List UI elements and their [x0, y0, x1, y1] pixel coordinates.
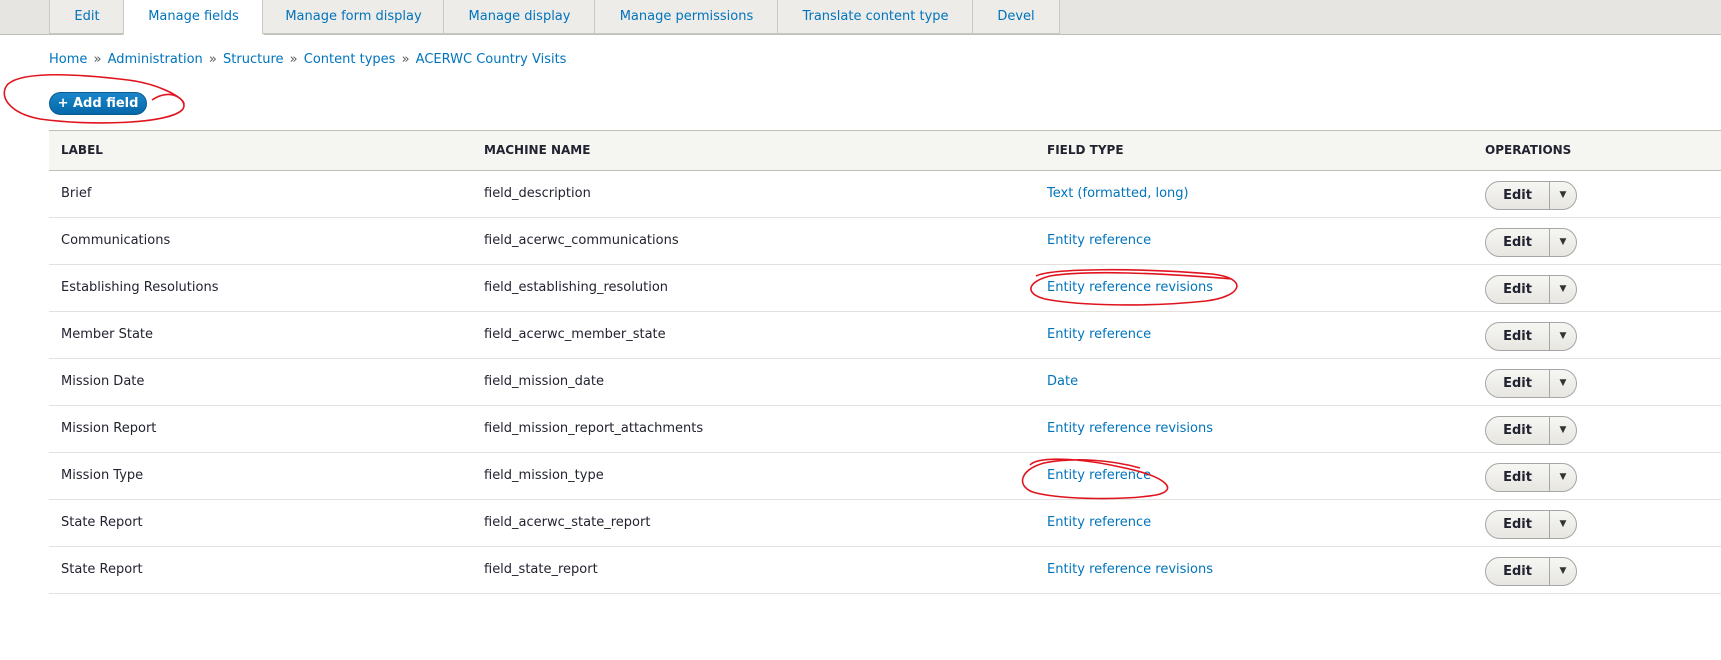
- edit-button[interactable]: Edit: [1486, 323, 1550, 350]
- breadcrumb-separator: »: [208, 52, 217, 67]
- fields-table-header: LABEL MACHINE NAME FIELD TYPE OPERATIONS: [49, 130, 1721, 171]
- edit-button[interactable]: Edit: [1486, 229, 1550, 256]
- operations-dropbutton: Edit ▼: [1485, 416, 1577, 445]
- tab-manage-permissions[interactable]: Manage permissions: [594, 0, 779, 34]
- tab-manage-form-display[interactable]: Manage form display: [262, 0, 445, 34]
- column-header-machine-name: MACHINE NAME: [484, 143, 591, 157]
- caret-down-icon[interactable]: ▼: [1550, 229, 1576, 256]
- caret-down-icon[interactable]: ▼: [1550, 511, 1576, 538]
- breadcrumb-acerwc-country-visits[interactable]: ACERWC Country Visits: [416, 52, 567, 67]
- edit-button[interactable]: Edit: [1486, 417, 1550, 444]
- machine-name: field_acerwc_member_state: [484, 327, 666, 342]
- machine-name: field_mission_date: [484, 374, 604, 389]
- field-type-link[interactable]: Entity reference: [1047, 218, 1151, 264]
- field-type-link[interactable]: Entity reference revisions: [1047, 547, 1213, 593]
- tab-manage-fields[interactable]: Manage fields: [123, 0, 264, 35]
- breadcrumb-content-types[interactable]: Content types: [304, 52, 396, 67]
- field-label: Communications: [61, 233, 171, 248]
- caret-down-icon[interactable]: ▼: [1550, 558, 1576, 585]
- table-row: Brief field_description Text (formatted,…: [49, 171, 1721, 218]
- field-label: State Report: [61, 562, 143, 577]
- machine-name: field_state_report: [484, 562, 598, 577]
- edit-button[interactable]: Edit: [1486, 182, 1550, 209]
- column-header-operations: OPERATIONS: [1485, 143, 1572, 157]
- machine-name: field_mission_report_attachments: [484, 421, 704, 436]
- field-type-link[interactable]: Entity reference: [1047, 312, 1151, 358]
- field-type-link[interactable]: Entity reference: [1047, 453, 1151, 499]
- table-row: Mission Date field_mission_date Date Edi…: [49, 359, 1721, 406]
- column-header-field-type: FIELD TYPE: [1047, 143, 1124, 157]
- caret-down-icon[interactable]: ▼: [1550, 323, 1576, 350]
- table-row: Mission Report field_mission_report_atta…: [49, 406, 1721, 453]
- operations-dropbutton: Edit ▼: [1485, 275, 1577, 304]
- table-row: State Report field_acerwc_state_report E…: [49, 500, 1721, 547]
- field-type-link[interactable]: Date: [1047, 359, 1078, 405]
- field-label: Mission Report: [61, 421, 157, 436]
- field-label: Member State: [61, 327, 154, 342]
- breadcrumb-administration[interactable]: Administration: [108, 52, 203, 67]
- field-label: Establishing Resolutions: [61, 280, 219, 295]
- operations-dropbutton: Edit ▼: [1485, 557, 1577, 586]
- field-label: Mission Date: [61, 374, 145, 389]
- operations-dropbutton: Edit ▼: [1485, 463, 1577, 492]
- breadcrumb: Home » Administration » Structure » Cont…: [49, 51, 566, 69]
- field-label: Brief: [61, 186, 92, 201]
- caret-down-icon[interactable]: ▼: [1550, 182, 1576, 209]
- table-row: Mission Type field_mission_type Entity r…: [49, 453, 1721, 500]
- edit-button[interactable]: Edit: [1486, 511, 1550, 538]
- field-type-link[interactable]: Entity reference revisions: [1047, 265, 1213, 311]
- local-tasks-tabbar: Edit Manage fields Manage form display M…: [0, 0, 1721, 35]
- machine-name: field_mission_type: [484, 468, 604, 483]
- operations-dropbutton: Edit ▼: [1485, 181, 1577, 210]
- field-label: Mission Type: [61, 468, 144, 483]
- table-row: Establishing Resolutions field_establish…: [49, 265, 1721, 312]
- add-field-button[interactable]: + Add field: [49, 92, 147, 115]
- breadcrumb-separator: »: [289, 52, 298, 67]
- tab-translate-content-type[interactable]: Translate content type: [777, 0, 974, 34]
- field-type-link[interactable]: Entity reference: [1047, 500, 1151, 546]
- machine-name: field_acerwc_state_report: [484, 515, 651, 530]
- edit-button[interactable]: Edit: [1486, 276, 1550, 303]
- column-header-label: LABEL: [61, 143, 103, 157]
- edit-button[interactable]: Edit: [1486, 370, 1550, 397]
- operations-dropbutton: Edit ▼: [1485, 510, 1577, 539]
- field-type-link[interactable]: Entity reference revisions: [1047, 406, 1213, 452]
- breadcrumb-separator: »: [93, 52, 102, 67]
- machine-name: field_establishing_resolution: [484, 280, 669, 295]
- machine-name: field_description: [484, 186, 591, 201]
- edit-button[interactable]: Edit: [1486, 558, 1550, 585]
- caret-down-icon[interactable]: ▼: [1550, 370, 1576, 397]
- caret-down-icon[interactable]: ▼: [1550, 417, 1576, 444]
- breadcrumb-home[interactable]: Home: [49, 52, 87, 67]
- tab-devel[interactable]: Devel: [972, 0, 1060, 34]
- breadcrumb-structure[interactable]: Structure: [223, 52, 283, 67]
- breadcrumb-separator: »: [401, 52, 410, 67]
- field-type-link[interactable]: Text (formatted, long): [1047, 171, 1189, 217]
- table-row: Communications field_acerwc_communicatio…: [49, 218, 1721, 265]
- table-row: State Report field_state_report Entity r…: [49, 547, 1721, 594]
- edit-button[interactable]: Edit: [1486, 464, 1550, 491]
- operations-dropbutton: Edit ▼: [1485, 369, 1577, 398]
- table-row: Member State field_acerwc_member_state E…: [49, 312, 1721, 359]
- caret-down-icon[interactable]: ▼: [1550, 464, 1576, 491]
- caret-down-icon[interactable]: ▼: [1550, 276, 1576, 303]
- tab-manage-display[interactable]: Manage display: [443, 0, 596, 34]
- operations-dropbutton: Edit ▼: [1485, 322, 1577, 351]
- tab-edit[interactable]: Edit: [49, 0, 125, 34]
- machine-name: field_acerwc_communications: [484, 233, 679, 248]
- field-label: State Report: [61, 515, 143, 530]
- operations-dropbutton: Edit ▼: [1485, 228, 1577, 257]
